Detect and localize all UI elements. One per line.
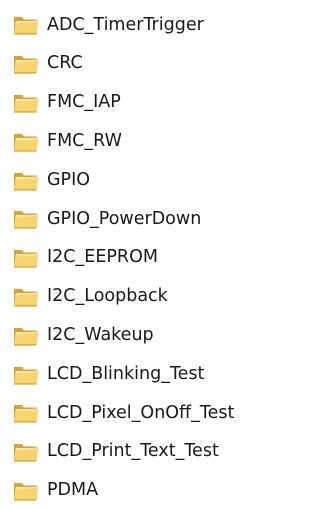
folder-item[interactable]: I2C_Wakeup xyxy=(0,316,290,355)
folder-item[interactable]: ADC_TimerTrigger xyxy=(0,6,290,45)
folder-list: ADC_TimerTrigger CRC FMC_IAP FMC_RW GPIO… xyxy=(0,6,290,510)
folder-icon xyxy=(12,285,40,309)
folder-item[interactable]: FMC_RW xyxy=(0,122,290,161)
folder-item[interactable]: I2C_Loopback xyxy=(0,278,290,317)
folder-name: I2C_EEPROM xyxy=(47,247,158,268)
folder-name: I2C_Loopback xyxy=(47,286,168,307)
folder-icon xyxy=(12,440,40,464)
folder-item[interactable]: LCD_Print_Text_Test xyxy=(0,433,290,472)
folder-item[interactable]: FMC_IAP xyxy=(0,84,290,123)
folder-item[interactable]: I2C_EEPROM xyxy=(0,239,290,278)
folder-name: I2C_Wakeup xyxy=(47,325,154,346)
folder-icon xyxy=(12,479,40,503)
folder-icon xyxy=(12,169,40,193)
folder-icon xyxy=(12,91,40,115)
folder-name: LCD_Pixel_OnOff_Test xyxy=(47,402,235,423)
folder-item[interactable]: GPIO_PowerDown xyxy=(0,200,290,239)
folder-icon xyxy=(12,401,40,425)
folder-name: CRC xyxy=(47,53,83,74)
folder-icon xyxy=(12,13,40,37)
folder-name: GPIO xyxy=(47,169,91,190)
folder-name: FMC_RW xyxy=(47,131,122,152)
folder-icon xyxy=(12,324,40,348)
folder-item[interactable]: GPIO xyxy=(0,161,290,200)
folder-icon xyxy=(12,52,40,76)
folder-icon xyxy=(12,130,40,154)
folder-name: ADC_TimerTrigger xyxy=(47,14,204,35)
folder-name: GPIO_PowerDown xyxy=(47,208,202,229)
folder-name: FMC_IAP xyxy=(47,92,121,113)
folder-item[interactable]: PDMA xyxy=(0,472,290,510)
folder-name: LCD_Blinking_Test xyxy=(47,363,205,384)
folder-item[interactable]: LCD_Blinking_Test xyxy=(0,355,290,394)
folder-icon xyxy=(12,363,40,387)
folder-item[interactable]: LCD_Pixel_OnOff_Test xyxy=(0,394,290,433)
folder-item[interactable]: CRC xyxy=(0,45,290,84)
folder-icon xyxy=(12,246,40,270)
folder-name: LCD_Print_Text_Test xyxy=(47,441,219,462)
folder-icon xyxy=(12,207,40,231)
folder-name: PDMA xyxy=(47,480,99,501)
